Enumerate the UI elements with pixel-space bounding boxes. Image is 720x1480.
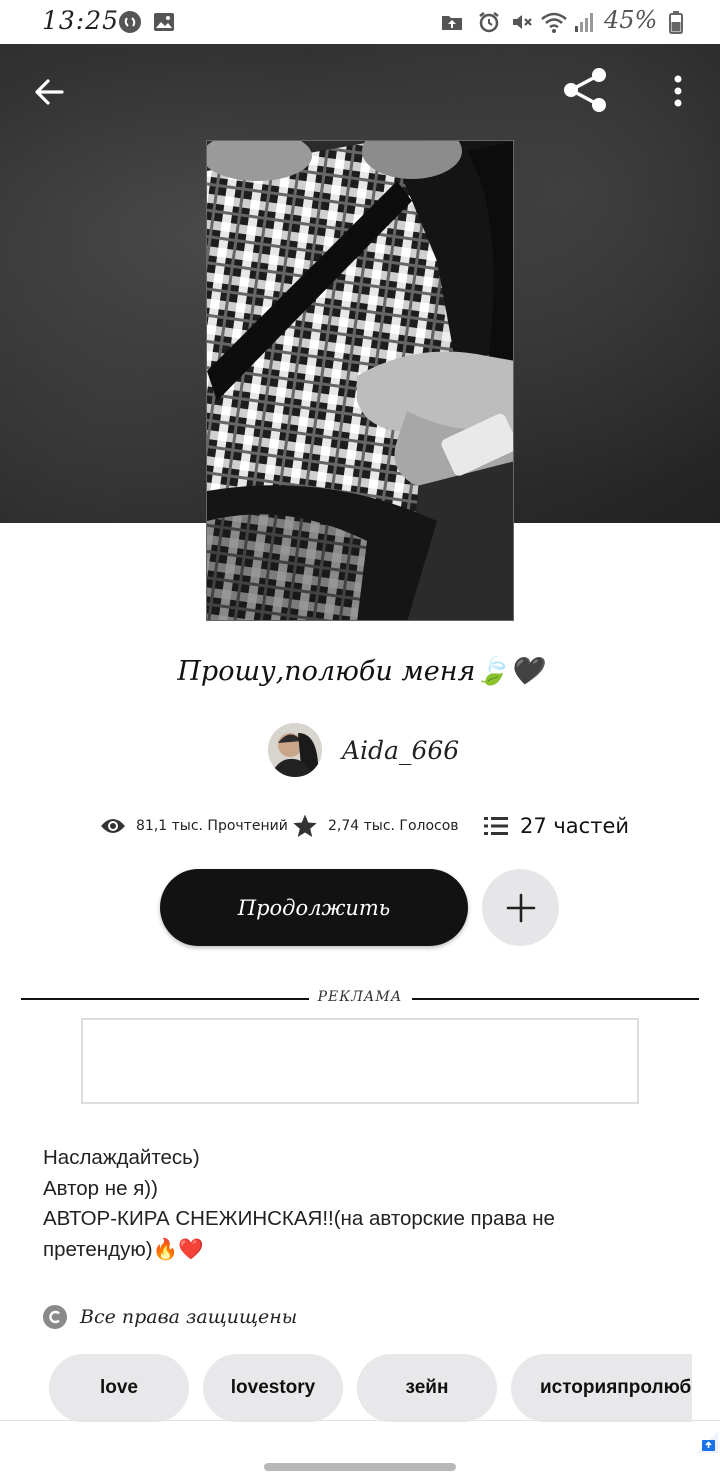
mute-icon	[513, 15, 532, 29]
tag-label: love	[99, 1377, 139, 1398]
description-line: Наслаждайтесь)	[43, 1146, 200, 1169]
cover-photo	[207, 141, 513, 620]
author-name[interactable]: Aida_666	[342, 736, 459, 765]
add-to-library-button[interactable]	[482, 869, 559, 946]
status-bar: 13:25 45%	[0, 0, 720, 44]
story-stats: 81,1 тыс. Прочтений 2,74 тыс. Голосов 27…	[0, 806, 720, 846]
home-indicator[interactable]	[264, 1463, 456, 1471]
bottom-divider	[0, 1420, 720, 1421]
ad-label: РЕКЛАМА	[317, 989, 403, 1005]
signal-icon	[575, 13, 593, 32]
more-vert-icon[interactable]	[670, 74, 686, 108]
reads-count: 81,1 тыс. Прочтений	[136, 818, 288, 834]
votes-count: 2,74 тыс. Голосов	[328, 818, 459, 834]
story-title: Прошу,полюби меня🍃🖤	[177, 656, 543, 687]
tag-label: lovestory	[230, 1377, 316, 1398]
tag-chip[interactable]: зейн	[357, 1354, 497, 1422]
avatar-image	[268, 723, 322, 777]
avatar[interactable]	[268, 723, 322, 777]
list-icon	[484, 817, 508, 835]
continue-reading-button[interactable]: Продолжить	[160, 869, 468, 946]
wifi-icon	[541, 12, 567, 33]
ad-banner[interactable]	[81, 1018, 639, 1104]
copyright-text: Все права защищены	[80, 1306, 298, 1328]
story-cover-image[interactable]	[206, 140, 514, 621]
tag-chip[interactable]: lovestory	[203, 1354, 343, 1422]
tag-chip[interactable]: историяпролюбовь	[511, 1354, 692, 1422]
upload-icon	[442, 16, 462, 30]
star-icon	[293, 814, 317, 838]
author-row[interactable]: Aida_666	[268, 722, 459, 778]
description-line: АВТОР-КИРА СНЕЖИНСКАЯ!!(на авторские пра…	[43, 1207, 555, 1230]
image-icon	[154, 13, 174, 31]
parts-count[interactable]: 27 частей	[520, 814, 629, 838]
votes-stat: 2,74 тыс. Голосов	[292, 806, 459, 846]
share-icon[interactable]	[562, 67, 608, 113]
story-description: Наслаждайтесь) Автор не я)) АВТОР-КИРА С…	[43, 1143, 643, 1265]
tag-label: зейн	[405, 1377, 449, 1398]
story-details-screen: 13:25 45% Прошу,полюби меня🍃🖤 Aida_666 8…	[0, 0, 720, 1480]
plus-icon	[506, 893, 535, 922]
parts-stat[interactable]: 27 частей	[484, 806, 629, 846]
description-line: Автор не я))	[43, 1176, 158, 1200]
shazam-icon	[119, 11, 141, 33]
description-line: претендую)🔥❤️	[43, 1237, 204, 1261]
alarm-icon	[479, 12, 499, 33]
tag-list: love lovestory зейн историяпролюбовь	[0, 1354, 692, 1422]
ad-divider-right	[412, 998, 699, 1000]
back-arrow-icon[interactable]	[32, 75, 66, 109]
ad-choices-icon[interactable]	[696, 1431, 718, 1453]
reads-stat: 81,1 тыс. Прочтений	[100, 806, 288, 846]
copyright-icon	[43, 1305, 67, 1329]
tag-label: историяпролюбовь	[540, 1377, 692, 1398]
battery-icon	[669, 11, 683, 34]
copyright-row: Все права защищены	[42, 1302, 297, 1332]
battery-percent: 45%	[604, 6, 658, 34]
continue-reading-label: Продолжить	[237, 895, 391, 920]
tag-chip[interactable]: love	[49, 1354, 189, 1422]
eye-icon	[101, 819, 125, 833]
status-time: 13:25	[42, 6, 120, 35]
